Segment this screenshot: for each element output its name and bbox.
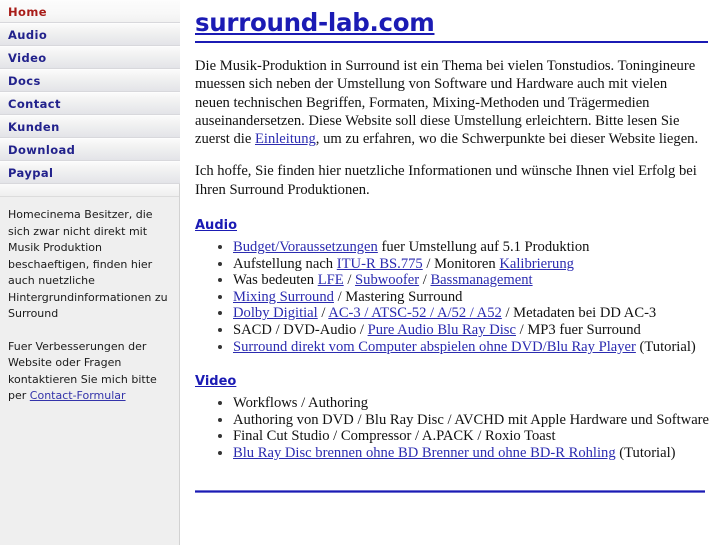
sidebar-text-block: Homecinema Besitzer, die sich zwar nicht… [0,197,179,405]
link-list-video: Workflows / AuthoringAuthoring von DVD /… [195,395,709,461]
list-item: Authoring von DVD / Blu Ray Disc / AVCHD… [233,412,709,429]
sidebar-item-kunden[interactable]: Kunden [0,115,180,138]
list-item-link[interactable]: Kalibrierung [499,256,574,272]
list-item-link[interactable]: Pure Audio Blu Ray Disc [368,322,516,338]
list-item: Dolby Digitial / AC-3 / ATSC-52 / A/52 /… [233,305,709,322]
list-item-text: / MP3 fuer Surround [515,322,641,339]
list-item: SACD / DVD-Audio / Pure Audio Blu Ray Di… [233,322,709,339]
main-content: surround-lab.com Die Musik-Produktion in… [181,0,727,545]
sidebar-item-contact[interactable]: Contact [0,92,180,115]
list-item-link[interactable]: Bassmanagement [430,272,532,288]
sidebar-blurb-1: Homecinema Besitzer, die sich zwar nicht… [8,208,168,320]
list-item-text: / [317,305,329,322]
bottom-divider [195,489,705,493]
list-item-text: Aufstellung nach [233,255,337,272]
list-item-link[interactable]: Mixing Surround [233,289,334,305]
list-item-text: SACD / DVD-Audio / [233,322,368,339]
list-item: Surround direkt vom Computer abspielen o… [233,339,709,356]
list-item: Was bedeuten LFE / Subwoofer / Bassmanag… [233,272,709,289]
page-title[interactable]: surround-lab.com [195,8,708,43]
list-item-link[interactable]: ITU-R BS.775 [337,256,423,272]
contact-formular-link[interactable]: Contact-Formular [30,389,126,402]
sidebar-nav: Home Audio Video Docs Contact Kunden Download P… [0,0,180,184]
link-list-audio: Budget/Voraussetzungen fuer Umstellung a… [195,239,709,355]
sidebar-nav-spacer [0,184,179,197]
list-item: Final Cut Studio / Compressor / A.PACK /… [233,428,709,445]
list-item-text: / [343,272,356,289]
list-item-text: Was bedeuten [233,272,318,289]
list-item: Aufstellung nach ITU-R BS.775 / Monitore… [233,256,709,273]
list-item-text: fuer Umstellung auf 5.1 Produktion [377,239,590,256]
sidebar-item-video[interactable]: Video [0,46,180,69]
list-item-link[interactable]: Subwoofer [355,272,419,288]
list-item: Budget/Voraussetzungen fuer Umstellung a… [233,239,709,256]
sidebar-item-download[interactable]: Download [0,138,180,161]
intro-paragraph-1-text-b: , um zu erfahren, wo die Schwerpunkte be… [315,131,699,148]
list-item-text: (Tutorial) [615,445,676,462]
content-sections: Audio Budget/Voraussetzungen fuer Umstell… [195,199,709,462]
sidebar-item-docs[interactable]: Docs [0,69,180,92]
section-heading-video[interactable]: Video [195,374,236,389]
page-root: Home Audio Video Docs Contact Kunden Download P… [0,0,727,545]
list-item: Blu Ray Disc brennen ohne BD Brenner und… [233,445,709,462]
sidebar: Home Audio Video Docs Contact Kunden Download P… [0,0,180,545]
list-item: Mixing Surround / Mastering Surround [233,289,709,306]
list-item-link[interactable]: Surround direkt vom Computer abspielen o… [233,339,636,355]
list-item-text: (Tutorial) [635,338,696,355]
list-item-link[interactable]: Blu Ray Disc brennen ohne BD Brenner und… [233,445,616,461]
list-item-text: / Monitoren [422,255,500,272]
list-item-link[interactable]: Dolby Digitial [233,305,318,321]
sidebar-item-home[interactable]: Home [0,0,180,23]
section-heading-audio[interactable]: Audio [195,218,237,233]
sidebar-item-audio[interactable]: Audio [0,23,180,46]
list-item-link[interactable]: AC-3 / ATSC-52 / A/52 / A52 [328,305,502,321]
list-item-text: Authoring von DVD / Blu Ray Disc / AVCHD… [233,411,710,428]
list-item-text: / [419,272,431,289]
sidebar-blurb-2: Fuer Verbesserungen der Website oder Fra… [8,339,169,405]
list-item-text: / Mastering Surround [333,288,463,305]
einleitung-link[interactable]: Einleitung [255,131,316,147]
sidebar-item-paypal[interactable]: Paypal [0,161,180,184]
list-item-link[interactable]: Budget/Voraussetzungen [233,239,378,255]
list-item-text: Workflows / Authoring [233,395,369,412]
list-item: Workflows / Authoring [233,395,709,412]
intro-paragraph-2: Ich hoffe, Sie finden hier nuetzliche In… [195,163,697,198]
intro-paragraph-1: Die Musik-Produktion in Surround ist ein… [195,57,703,148]
list-item-text: / Metadaten bei DD AC-3 [501,305,657,322]
list-item-link[interactable]: LFE [318,272,344,288]
list-item-text: Final Cut Studio / Compressor / A.PACK /… [233,428,556,445]
